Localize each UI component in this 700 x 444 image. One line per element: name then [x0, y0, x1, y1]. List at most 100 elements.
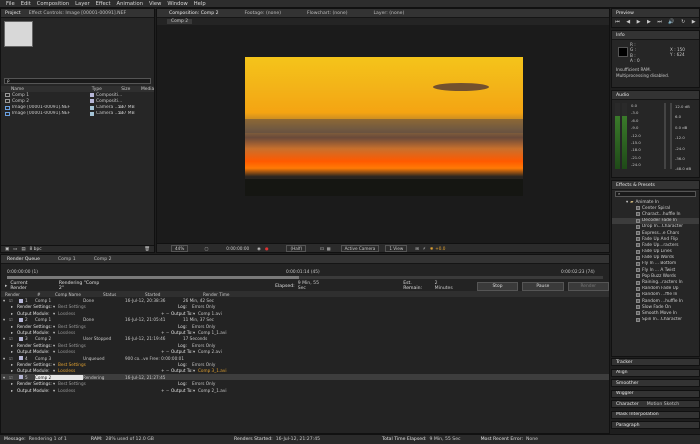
audio-icon[interactable]: 🔊 — [668, 19, 674, 25]
render-checkbox[interactable]: ☑ — [9, 375, 17, 380]
output-to-value[interactable]: Comp 1_1.avi — [198, 330, 258, 335]
project-item[interactable]: Image [00001-00091].NEF Camera ...ce 517… — [1, 111, 154, 117]
add-output-icon[interactable]: + − — [161, 311, 171, 316]
color-channel-icon[interactable]: ● — [265, 246, 269, 251]
disclosure-triangle-icon[interactable]: ▸ — [5, 284, 7, 289]
log-value[interactable]: Errors Only — [192, 324, 252, 329]
effects-preset-item[interactable]: Spin In...Character — [612, 317, 699, 323]
new-comp-icon[interactable]: ▤ — [21, 247, 25, 252]
render-settings-value[interactable]: Best Settings — [58, 343, 178, 348]
ram-preview-icon[interactable]: ▶ — [692, 19, 696, 25]
pause-button[interactable]: Pause — [522, 281, 564, 291]
play-icon[interactable]: ▶ — [637, 19, 641, 25]
tab-audio[interactable]: Audio — [612, 93, 633, 98]
tab-layer[interactable]: Layer: (none) — [370, 11, 409, 16]
render-settings-value[interactable]: Best Settings — [58, 324, 178, 329]
col-type[interactable]: Type — [92, 87, 122, 92]
menu-window[interactable]: Window — [167, 1, 187, 7]
region-icon[interactable]: ⊡ — [320, 246, 324, 251]
output-module-value[interactable]: Lossless — [58, 349, 161, 354]
tab-preview[interactable]: Preview — [612, 11, 638, 16]
tab-effects-presets[interactable]: Effects & Presets — [612, 183, 659, 188]
output-module-value[interactable]: Lossless — [58, 368, 161, 373]
audio-slider-track-r[interactable] — [670, 103, 672, 169]
output-module-value[interactable]: Lossless — [58, 388, 161, 393]
bpc-label[interactable]: 8 bpc — [29, 247, 41, 252]
tab-paragraph[interactable]: Paragraph — [612, 423, 644, 428]
render-checkbox[interactable]: ☑ — [9, 356, 17, 361]
interpret-footage-icon[interactable]: ▣ — [5, 247, 9, 252]
project-item[interactable]: Image [00001-00091].NEF Camera ...ce 517… — [1, 105, 154, 111]
project-search-bar[interactable]: ρ — [4, 78, 151, 84]
col-size[interactable]: Size — [121, 87, 141, 92]
transparency-grid-icon[interactable]: ▦ — [327, 246, 331, 251]
render-button[interactable]: Render — [567, 281, 609, 291]
menu-file[interactable]: File — [6, 1, 15, 7]
tab-smoother[interactable]: Smoother — [612, 381, 642, 386]
output-to-value[interactable]: Comp 3_1.avi — [198, 368, 258, 373]
render-settings-value[interactable]: Best Settings — [58, 304, 178, 309]
new-folder-icon[interactable]: ▭ — [13, 247, 17, 252]
col-comp-name[interactable]: Comp Name — [55, 292, 103, 297]
last-frame-icon[interactable]: ⏭ — [657, 19, 662, 25]
tab-tracker[interactable]: Tracker — [612, 360, 637, 365]
menu-edit[interactable]: Edit — [21, 1, 31, 7]
menu-composition[interactable]: Composition — [37, 1, 69, 7]
add-output-icon[interactable]: + − — [161, 349, 171, 354]
render-settings-value[interactable]: Best Settings — [58, 381, 178, 386]
menu-view[interactable]: View — [149, 1, 161, 7]
col-status[interactable]: Status — [103, 292, 145, 297]
menu-layer[interactable]: Layer — [75, 1, 89, 7]
effects-search[interactable]: ⌕ — [615, 191, 696, 197]
tab-render-queue[interactable]: Render Queue — [3, 257, 44, 262]
tab-composition[interactable]: Composition: Comp 2 — [165, 11, 223, 16]
tab-mask-interpolation[interactable]: Mask Interpolation — [612, 412, 663, 417]
col-media[interactable]: Media — [141, 87, 154, 92]
resolution-menu[interactable]: (Half) — [286, 244, 307, 252]
composition-image[interactable] — [245, 57, 523, 196]
col-render-time[interactable]: Render Time — [203, 292, 253, 297]
tab-align[interactable]: Align — [612, 370, 632, 375]
log-value[interactable]: Errors Only — [192, 362, 252, 367]
stop-button[interactable]: Stop — [476, 281, 519, 291]
col-number[interactable]: # — [25, 292, 55, 297]
tab-project[interactable]: Project — [1, 11, 25, 16]
next-frame-icon[interactable]: ▶ — [647, 19, 651, 25]
view-layout-menu[interactable]: 1 View — [385, 244, 408, 252]
output-module-value[interactable]: Lossless — [58, 330, 161, 335]
col-name[interactable]: Name — [1, 87, 92, 92]
toggle-icon[interactable]: ⊞ — [415, 246, 419, 251]
log-value[interactable]: Errors Only — [192, 381, 252, 386]
audio-slider-track-l[interactable] — [664, 103, 666, 169]
tab-flowchart[interactable]: Flowchart: (none) — [303, 11, 351, 16]
output-to-value[interactable]: Comp 2.avi — [198, 349, 258, 354]
tab-info[interactable]: Info — [612, 33, 629, 38]
tab-effect-controls[interactable]: Effect Controls: Image [00001-00091].NEF — [25, 11, 130, 16]
snapshot-icon[interactable]: ◉ — [257, 246, 261, 251]
add-output-icon[interactable]: + − — [161, 330, 171, 335]
disclosure-triangle-icon[interactable]: ▾ — [626, 200, 628, 205]
fit-icon[interactable]: ▢ — [204, 246, 208, 251]
camera-menu[interactable]: Active Camera — [340, 244, 380, 252]
render-settings-value[interactable]: Best Settings — [58, 362, 178, 367]
tab-footage[interactable]: Footage: (none) — [241, 11, 286, 16]
zoom-menu[interactable]: 44% — [171, 244, 189, 252]
add-output-icon[interactable]: + − — [161, 368, 171, 373]
trash-icon[interactable]: 🗑 — [144, 247, 150, 252]
render-checkbox[interactable]: ☑ — [9, 317, 17, 322]
output-to-value[interactable]: Comp 2_1.avi — [198, 388, 258, 393]
log-value[interactable]: Errors Only — [192, 304, 252, 309]
loop-icon[interactable]: ↻ — [681, 19, 685, 25]
tab-character[interactable]: Character — [612, 402, 643, 407]
col-render[interactable]: Render — [1, 292, 25, 297]
render-checkbox[interactable]: ☑ — [9, 298, 17, 303]
fast-preview-icon[interactable]: ⚡ — [423, 246, 426, 251]
exposure-icon[interactable]: ✺ — [430, 246, 434, 251]
output-to-value[interactable]: Comp 1.avi — [198, 311, 258, 316]
log-value[interactable]: Errors Only — [192, 343, 252, 348]
exposure-value[interactable]: +0.0 — [435, 246, 445, 251]
tab-motion-sketch[interactable]: Motion Sketch — [643, 402, 684, 407]
timecode-display[interactable]: 0:00:00:00 — [226, 246, 249, 251]
tab-comp-2[interactable]: Comp 2 — [90, 257, 116, 262]
tab-comp-1[interactable]: Comp 1 — [54, 257, 80, 262]
